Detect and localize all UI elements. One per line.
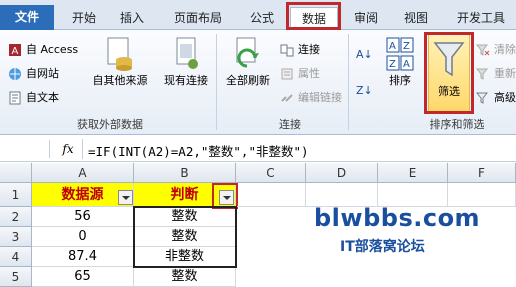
column-header-d[interactable]: D (306, 163, 378, 183)
refresh-all-label: 全部刷新 (226, 74, 270, 87)
column-header-b[interactable]: B (134, 163, 236, 183)
tab-file[interactable]: 文件 (0, 5, 54, 30)
refresh-all-button[interactable]: 全部刷新 (220, 36, 276, 88)
clear-filter-button[interactable]: 清除 (474, 40, 516, 60)
from-text-label: 自文本 (26, 91, 59, 104)
cell-b5[interactable]: 整数 (134, 267, 236, 287)
sort-button[interactable]: AZZA 排序 (382, 36, 418, 88)
row-header-2[interactable]: 2 (0, 207, 32, 227)
external-data-group-label: 获取外部数据 (77, 118, 143, 131)
reapply-label: 重新 (494, 67, 516, 80)
edit-links-button[interactable]: 编辑链接 (278, 88, 342, 108)
sort-dialog-icon: AZZA (385, 36, 415, 72)
svg-text:A: A (12, 46, 19, 57)
sort-descending-icon[interactable]: Z↓ (356, 80, 376, 100)
svg-text:Z: Z (403, 41, 410, 52)
edit-links-icon (280, 91, 294, 105)
other-sources-button[interactable]: 自其他来源 (88, 36, 152, 88)
advanced-filter-label: 高级 (494, 91, 516, 104)
properties-button[interactable]: 属性 (278, 64, 320, 84)
sort-ascending-icon[interactable]: A↓ (356, 44, 376, 64)
tab-formulas[interactable]: 公式 (240, 7, 284, 29)
properties-icon (280, 67, 294, 81)
selected-range (133, 206, 237, 268)
svg-text:Z: Z (389, 59, 396, 70)
connections-group-label: 连接 (279, 118, 301, 131)
from-access-button[interactable]: A 自 Access (6, 40, 78, 60)
from-access-label: 自 Access (26, 43, 79, 56)
column-header-a[interactable]: A (32, 163, 134, 183)
svg-text:A↓: A↓ (356, 48, 373, 61)
formula-input[interactable]: =IF(INT(A2)=A2,"整数","非整数") (88, 141, 309, 160)
edit-links-label: 编辑链接 (298, 91, 342, 104)
tab-insert[interactable]: 插入 (110, 7, 154, 29)
watermark-caption: IT部落窝论坛 (340, 239, 425, 255)
data-tab-highlight (286, 2, 341, 30)
existing-connections-icon (171, 36, 201, 72)
select-all-corner[interactable] (0, 163, 32, 183)
cell-a3[interactable]: 0 (32, 227, 134, 247)
cell-a5[interactable]: 65 (32, 267, 134, 287)
access-icon: A (8, 43, 22, 57)
name-box[interactable] (0, 140, 50, 158)
reapply-icon (475, 67, 490, 81)
connections-icon (280, 43, 294, 57)
formula-divider (82, 139, 83, 159)
row-header-5[interactable]: 5 (0, 267, 32, 287)
filter-dropdown-a[interactable] (118, 190, 133, 205)
row-header-4[interactable]: 4 (0, 247, 32, 267)
clear-filter-icon (475, 43, 490, 57)
from-web-label: 自网站 (26, 67, 59, 80)
from-text-button[interactable]: 自文本 (6, 88, 59, 108)
properties-label: 属性 (298, 67, 320, 80)
column-header-e[interactable]: E (378, 163, 448, 183)
watermark: blwbbs.com IT部落窝论坛 (314, 204, 514, 270)
connections-label: 连接 (298, 43, 320, 56)
sort-label: 排序 (389, 74, 411, 87)
cell-a2[interactable]: 56 (32, 207, 134, 227)
svg-text:Z↓: Z↓ (356, 84, 373, 97)
reapply-button[interactable]: 重新 (474, 64, 516, 84)
from-web-button[interactable]: 自网站 (6, 64, 59, 84)
column-header-c[interactable]: C (236, 163, 306, 183)
tab-review[interactable]: 审阅 (344, 7, 388, 29)
text-file-icon (8, 91, 22, 105)
row-header-1[interactable]: 1 (0, 183, 32, 207)
group-divider (348, 34, 349, 130)
cell-c1[interactable] (236, 183, 306, 207)
web-icon (8, 67, 22, 81)
tab-view[interactable]: 视图 (394, 7, 438, 29)
group-divider (216, 34, 217, 130)
advanced-filter-button[interactable]: 高级 (474, 88, 516, 108)
svg-text:A: A (403, 59, 410, 70)
tab-developer[interactable]: 开发工具 (446, 7, 516, 29)
insert-function-icon[interactable]: fx (58, 140, 78, 158)
tab-home[interactable]: 开始 (62, 7, 106, 29)
existing-connections-button[interactable]: 现有连接 (158, 36, 214, 88)
existing-connections-label: 现有连接 (164, 74, 208, 87)
clear-filter-label: 清除 (494, 43, 516, 56)
row-header-3[interactable]: 3 (0, 227, 32, 247)
cell-a4[interactable]: 87.4 (32, 247, 134, 267)
svg-text:A: A (389, 41, 396, 52)
refresh-icon (233, 36, 263, 72)
column-header-f[interactable]: F (448, 163, 516, 183)
ribbon: A 自 Access 自网站 自文本 自其他来源 现有连接 获取外部数据 全部刷… (0, 30, 516, 135)
other-sources-icon (104, 36, 136, 72)
sort-filter-group-label: 排序和筛选 (429, 118, 485, 131)
other-sources-label: 自其他来源 (92, 74, 148, 87)
filter-highlight (424, 32, 474, 114)
ribbon-tab-bar: 文件 开始 插入 页面布局 公式 数据 审阅 视图 开发工具 (0, 0, 516, 31)
advanced-filter-icon (475, 91, 490, 105)
watermark-site: blwbbs.com (314, 204, 481, 232)
connections-button[interactable]: 连接 (278, 40, 320, 60)
tab-page-layout[interactable]: 页面布局 (160, 7, 236, 29)
